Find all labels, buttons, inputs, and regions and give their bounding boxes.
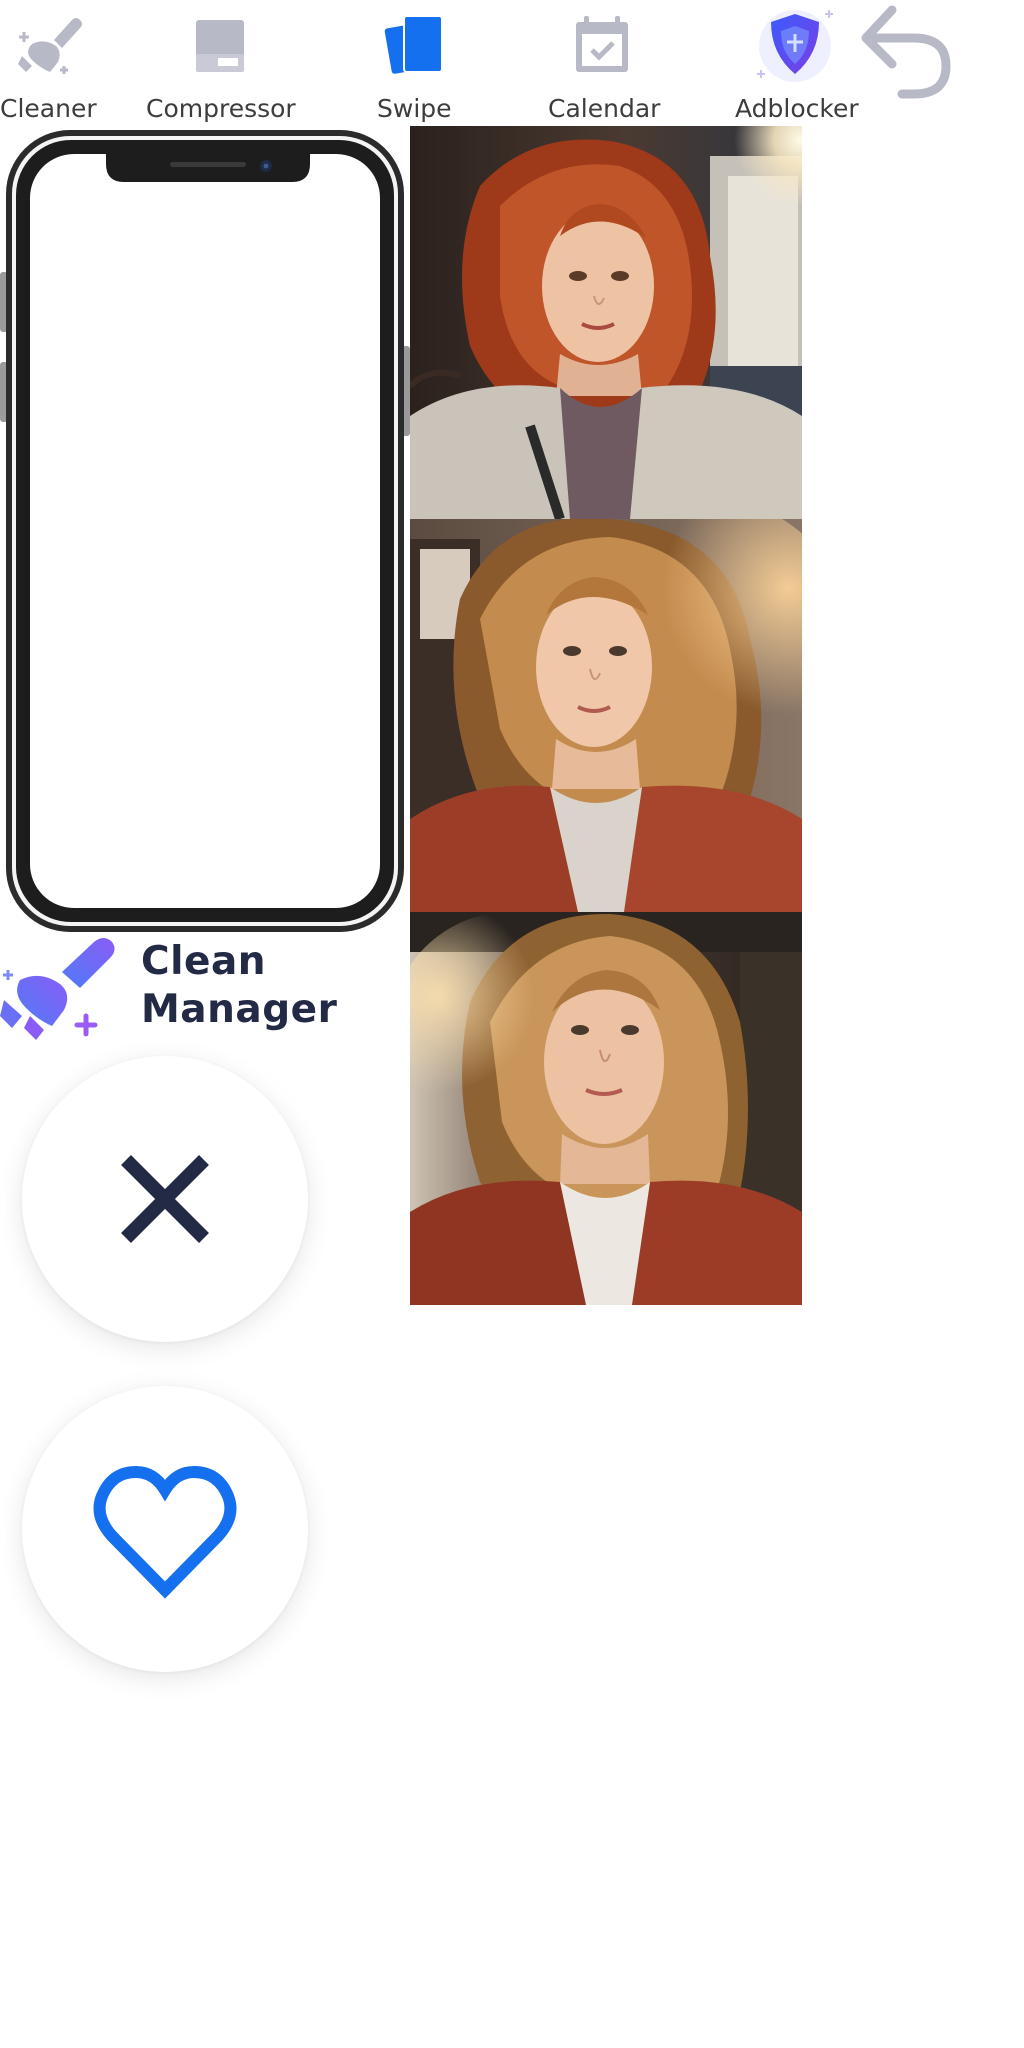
nav-label-adblocker: Adblocker — [735, 94, 859, 123]
photo-image — [410, 912, 802, 1305]
top-navigation: Cleaner Compressor Swipe Calendar Adbloc… — [0, 0, 1024, 126]
undo-button[interactable] — [852, 0, 962, 104]
heart-icon — [93, 1465, 237, 1599]
photo-card-3[interactable] — [410, 912, 802, 1305]
photo-stack — [410, 126, 802, 1305]
close-icon — [121, 1155, 209, 1243]
nav-item-compressor[interactable]: Compressor — [146, 0, 296, 126]
nav-label-swipe: Swipe — [377, 94, 452, 123]
swipe-cards-icon — [384, 15, 443, 74]
keep-button[interactable] — [22, 1386, 308, 1672]
calendar-check-icon — [576, 16, 628, 72]
swipe-screen: Cleaner Compressor Swipe Calendar Adbloc… — [0, 0, 1024, 2048]
nav-label-cleaner: Cleaner — [0, 94, 97, 123]
nav-item-adblocker[interactable]: Adblocker — [733, 0, 863, 126]
brush-logo-icon — [0, 938, 115, 1040]
nav-item-calendar[interactable]: Calendar — [548, 0, 661, 126]
broom-icon — [18, 18, 82, 74]
brand-line-1: Clean — [141, 939, 267, 984]
brand-logo-block: Clean Manager — [0, 936, 400, 1048]
brand-name: Clean Manager — [141, 938, 337, 1034]
nav-label-compressor: Compressor — [146, 94, 296, 123]
photo-image — [410, 126, 802, 519]
shield-icon — [757, 10, 833, 82]
nav-item-cleaner[interactable]: Cleaner — [0, 0, 100, 126]
photo-image — [410, 519, 802, 912]
undo-icon — [861, 5, 951, 99]
nav-item-swipe[interactable]: Swipe — [372, 0, 472, 126]
photo-card-1[interactable] — [410, 126, 802, 519]
photo-card-2[interactable] — [410, 519, 802, 912]
phone-mockup — [0, 126, 410, 936]
brand-line-2: Manager — [141, 987, 338, 1032]
nav-label-calendar: Calendar — [548, 94, 661, 123]
reject-button[interactable] — [22, 1056, 308, 1342]
compress-drive-icon — [196, 20, 244, 72]
